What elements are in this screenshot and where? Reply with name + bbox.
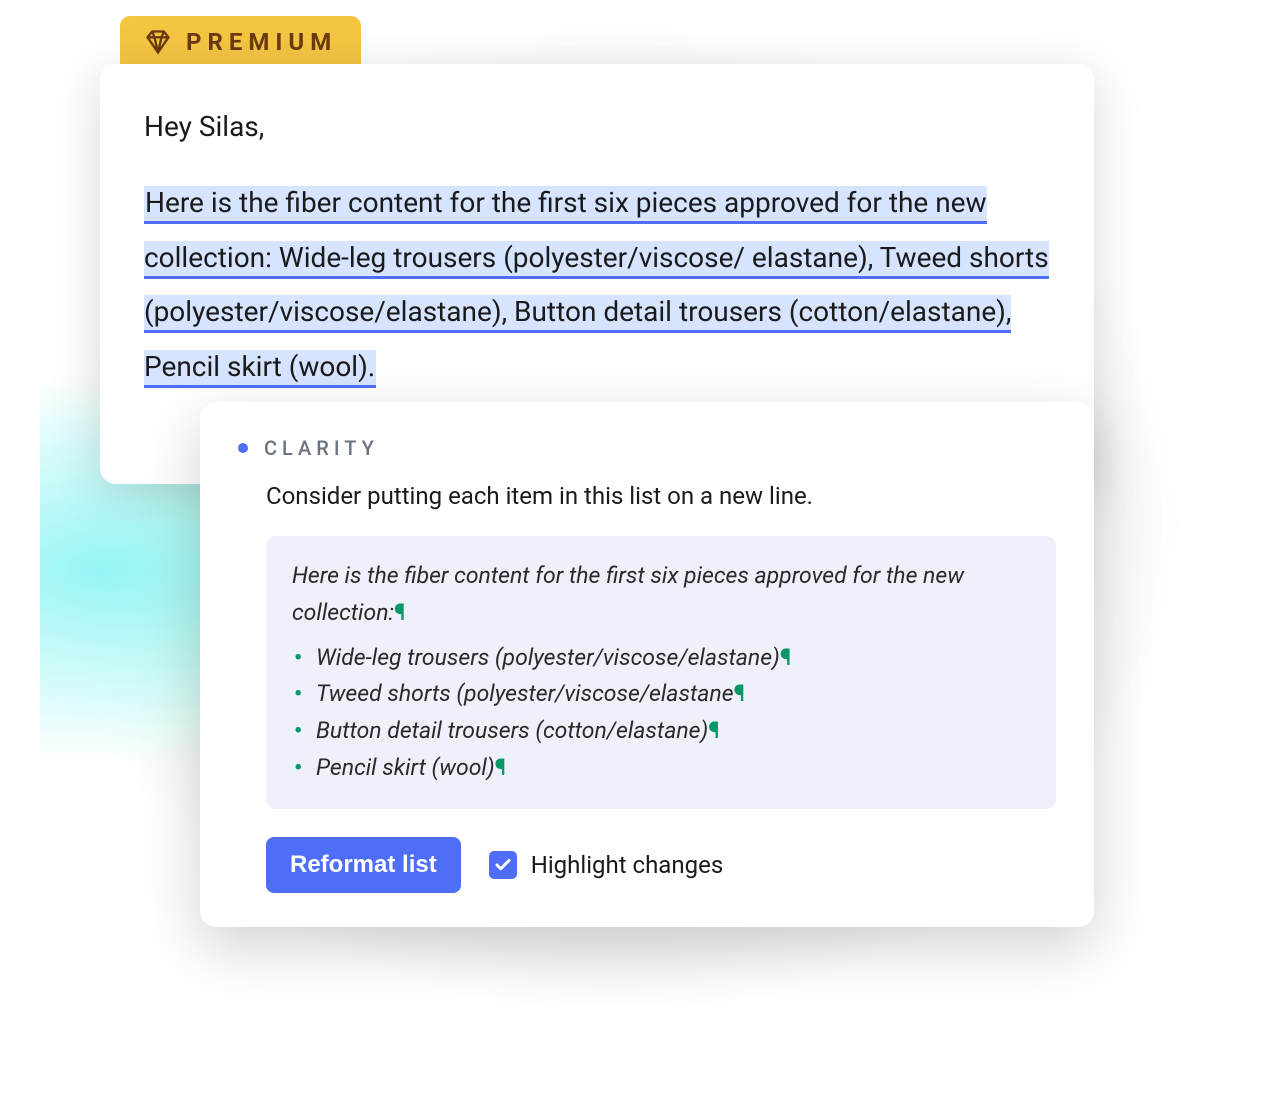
category-row: CLARITY <box>238 436 1056 460</box>
action-row: Reformat list Highlight changes <box>266 837 1056 893</box>
preview-item-text: Tweed shorts (polyester/viscose/elastane <box>316 680 734 707</box>
pilcrow-icon: ¶ <box>495 754 506 781</box>
diamond-icon <box>144 28 172 56</box>
preview-list: Wide-leg trousers (polyester/viscose/ela… <box>292 640 1030 787</box>
suggestion-preview: Here is the fiber content for the first … <box>266 536 1056 809</box>
preview-item-text: Button detail trousers (cotton/elastane) <box>316 717 708 744</box>
checkbox-icon <box>489 851 517 879</box>
pilcrow-icon: ¶ <box>708 717 719 744</box>
preview-intro: Here is the fiber content for the first … <box>292 562 964 626</box>
highlight-changes-toggle[interactable]: Highlight changes <box>489 851 724 879</box>
pilcrow-icon: ¶ <box>734 680 745 707</box>
highlighted-paragraph[interactable]: Here is the fiber content for the first … <box>144 176 1050 394</box>
suggestion-card: CLARITY Consider putting each item in th… <box>200 402 1094 927</box>
reformat-button[interactable]: Reformat list <box>266 837 461 893</box>
list-item: Wide-leg trousers (polyester/viscose/ela… <box>292 640 1030 677</box>
greeting-text: Hey Silas, <box>144 106 1050 148</box>
list-item: Button detail trousers (cotton/elastane)… <box>292 713 1030 750</box>
list-item: Tweed shorts (polyester/viscose/elastane… <box>292 676 1030 713</box>
highlight-changes-label: Highlight changes <box>531 851 724 879</box>
category-label: CLARITY <box>264 436 379 460</box>
pilcrow-icon: ¶ <box>394 599 405 626</box>
preview-item-text: Wide-leg trousers (polyester/viscose/ela… <box>316 644 780 671</box>
premium-tab: PREMIUM <box>120 16 361 68</box>
premium-label: PREMIUM <box>186 28 337 56</box>
suggestion-advice: Consider putting each item in this list … <box>266 478 1056 514</box>
highlighted-span: Here is the fiber content for the first … <box>144 186 1049 388</box>
category-dot-icon <box>238 443 248 453</box>
preview-item-text: Pencil skirt (wool) <box>316 754 495 781</box>
list-item: Pencil skirt (wool)¶ <box>292 750 1030 787</box>
pilcrow-icon: ¶ <box>780 644 791 671</box>
